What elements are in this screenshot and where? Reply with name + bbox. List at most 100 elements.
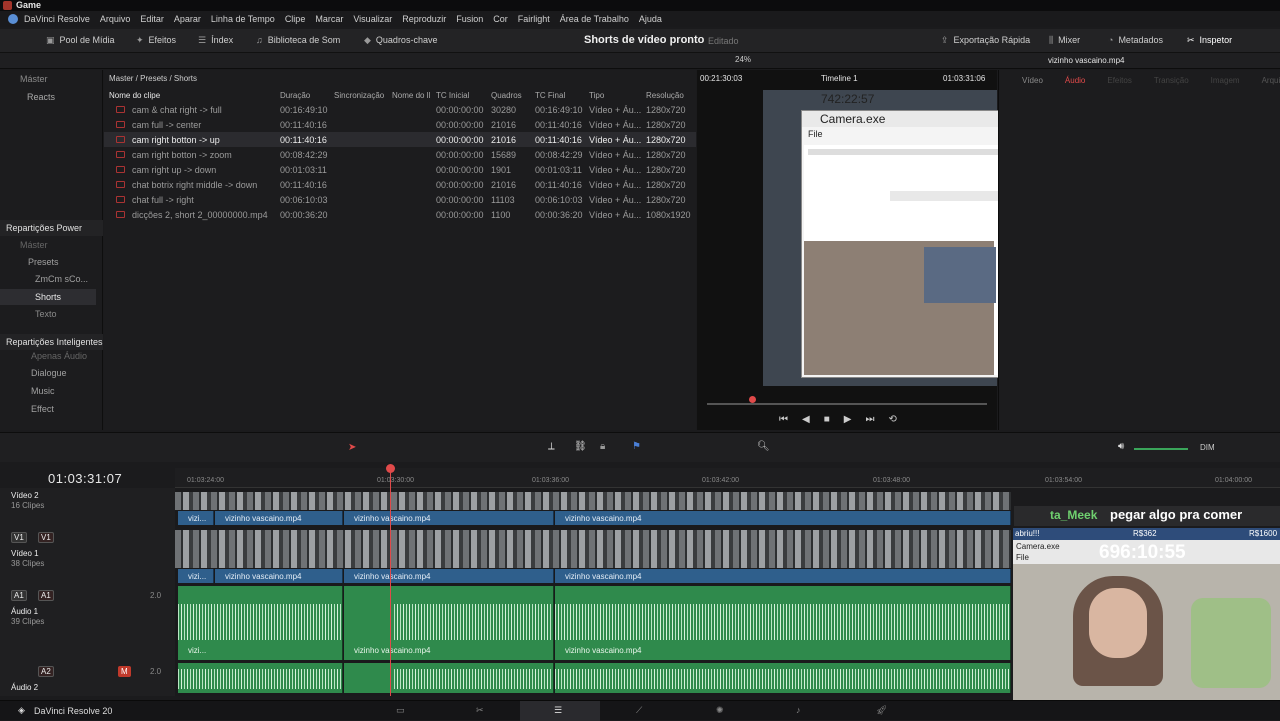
sound-library-button[interactable]: ♫ Biblioteca de Som — [256, 35, 340, 45]
timeline-timecode[interactable]: 01:03:31:07 — [48, 471, 122, 486]
v1-clip-4[interactable]: vizinho vascaino.mp4 — [555, 569, 1011, 583]
clip-row[interactable]: cam right botton -> up 00:11:40:16 00:00:0… — [104, 132, 696, 147]
menu-cor[interactable]: Cor — [493, 14, 508, 24]
v2-clip-4[interactable]: vizinho vascaino.mp4 — [555, 511, 1011, 525]
v2-clip-3[interactable]: vizinho vascaino.mp4 — [344, 511, 554, 525]
col-reel[interactable]: Nome do ll — [392, 91, 430, 100]
col-start-tc[interactable]: TC Inicial — [436, 91, 469, 100]
power-bin-presets[interactable]: Presets — [28, 257, 59, 267]
track-a1-tag[interactable]: A1 — [38, 590, 54, 601]
loop-icon[interactable]: ⟲ — [888, 414, 896, 428]
volume-icon[interactable]: 🔊︎ — [1118, 441, 1124, 452]
a2-clip-3[interactable] — [555, 663, 1011, 693]
fusion-page-icon[interactable]: ⟋ — [636, 705, 642, 716]
cut-page-icon[interactable]: ✂ — [476, 705, 484, 716]
power-bin-zmcm[interactable]: ZmCm sCo... — [35, 274, 88, 284]
a2-clip-2[interactable] — [344, 663, 554, 693]
fairlight-page-icon[interactable]: ♪ — [796, 705, 801, 715]
step-back-icon[interactable]: ◀ — [802, 414, 810, 428]
tab-file[interactable]: Arquivo — [1262, 76, 1280, 85]
link-icon[interactable]: ⛓ — [574, 441, 587, 452]
mixer-button[interactable]: ⫼ Mixer — [1049, 35, 1080, 46]
menu-linha-de-tempo[interactable]: Linha de Tempo — [211, 14, 275, 24]
menu-aparar[interactable]: Aparar — [174, 14, 201, 24]
playhead-handle[interactable] — [386, 464, 395, 473]
a2-clip-1[interactable] — [178, 663, 343, 693]
menu-marcar[interactable]: Marcar — [315, 14, 343, 24]
clip-row[interactable]: chat botrix right middle -> down 00:11:40… — [104, 177, 696, 192]
smart-bin-effect[interactable]: Effect — [31, 404, 54, 414]
metadata-button[interactable]: ◔ Metadados — [1108, 35, 1163, 45]
tab-effects[interactable]: Efeitos — [1107, 76, 1131, 85]
col-frames[interactable]: Quadros — [491, 91, 522, 100]
v1-clip-3[interactable]: vizinho vascaino.mp4 — [344, 569, 554, 583]
zoom-select[interactable]: 24% — [733, 55, 753, 64]
track-v1-source[interactable]: V1 — [11, 532, 27, 543]
deliver-page-icon[interactable]: 🚀︎ — [876, 705, 887, 716]
zoom-icon[interactable]: 🔍︎ — [757, 441, 770, 452]
power-bin-texto[interactable]: Texto — [35, 309, 57, 319]
media-pool-button[interactable]: ▣ Pool de Mídia — [46, 35, 115, 46]
smart-bin-audio-only[interactable]: Apenas Áudio — [31, 351, 87, 361]
inspector-button[interactable]: ✂ Inspetor — [1187, 35, 1232, 46]
col-clip-name[interactable]: Nome do clipe — [109, 91, 160, 100]
bin-master[interactable]: Máster — [20, 74, 48, 84]
timeline-name[interactable]: Timeline 1 — [821, 74, 858, 83]
clip-row[interactable]: cam full -> center 00:11:40:16 00:00:00:00… — [104, 117, 696, 132]
clip-row[interactable]: chat full -> right 00:06:10:03 00:00:00:00… — [104, 192, 696, 207]
menu-clipe[interactable]: Clipe — [285, 14, 306, 24]
power-bin-master[interactable]: Máster — [20, 240, 48, 250]
stop-icon[interactable]: ■ — [824, 414, 830, 428]
col-resolution[interactable]: Resolução — [646, 91, 684, 100]
clip-row[interactable]: cam right up -> down 00:01:03:11 00:00:00:… — [104, 162, 696, 177]
skip-back-icon[interactable]: ⏮ — [779, 414, 788, 428]
quick-export-button[interactable]: ⇪ Exportação Rápida — [941, 35, 1030, 46]
track-a2-mute[interactable]: M — [118, 666, 131, 677]
snap-icon[interactable]: ⟂ — [548, 441, 555, 452]
viewer-scrubber[interactable] — [707, 403, 987, 405]
v1-clip-2[interactable]: vizinho vascaino.mp4 — [215, 569, 343, 583]
effects-button[interactable]: ✦ Efeitos — [136, 35, 176, 46]
volume-slider[interactable] — [1134, 448, 1188, 450]
track-a2-tag[interactable]: A2 — [38, 666, 54, 677]
tab-image[interactable]: Imagem — [1211, 76, 1240, 85]
menu-fusion[interactable]: Fusion — [456, 14, 483, 24]
tab-video[interactable]: Vídeo — [1022, 76, 1043, 85]
skip-forward-icon[interactable]: ⏭ — [865, 414, 874, 428]
index-button[interactable]: ☰ Índex — [198, 35, 233, 46]
media-page-icon[interactable]: ▭ — [396, 705, 405, 716]
v1-clip-1[interactable]: vizi... — [178, 569, 214, 583]
col-end-tc[interactable]: TC Final — [535, 91, 565, 100]
timeline-ruler[interactable]: 01:03:24:00 01:03:30:00 01:03:36:00 01:03:4… — [175, 468, 1280, 488]
track-a1-source[interactable]: A1 — [11, 590, 27, 601]
flag-icon[interactable]: ⚑ — [632, 441, 641, 452]
menu-reproduzir[interactable]: Reproduzir — [402, 14, 446, 24]
lock-icon[interactable]: 🔒︎ — [600, 441, 605, 452]
menu-area-de-trabalho[interactable]: Área de Trabalho — [560, 14, 629, 24]
col-sync[interactable]: Sincronização — [334, 91, 384, 100]
power-bin-shorts[interactable]: Shorts — [35, 292, 61, 302]
select-tool-icon[interactable]: ➤ — [348, 442, 356, 453]
breadcrumb[interactable]: Master / Presets / Shorts — [109, 74, 197, 83]
clip-row[interactable]: dicções 2, short 2_00000000.mp4 00:00:36:… — [104, 207, 696, 222]
smart-bin-dialogue[interactable]: Dialogue — [31, 368, 67, 378]
a1-clip-3[interactable]: vizinho vascaino.mp4 — [555, 586, 1011, 660]
v2-clip-1[interactable]: vizi... — [178, 511, 214, 525]
smart-bin-music[interactable]: Music — [31, 386, 55, 396]
menu-ajuda[interactable]: Ajuda — [639, 14, 662, 24]
col-type[interactable]: Tipo — [589, 91, 604, 100]
play-icon[interactable]: ▶ — [844, 414, 852, 428]
menu-fairlight[interactable]: Fairlight — [518, 14, 550, 24]
dim-button[interactable]: DIM — [1200, 443, 1215, 452]
tab-audio[interactable]: Áudio — [1065, 76, 1085, 85]
timeline-tracks[interactable]: vizi... vizinho vascaino.mp4 vizinho vas… — [175, 488, 1011, 696]
menu-editar[interactable]: Editar — [140, 14, 164, 24]
camera-menu-file[interactable]: File — [808, 129, 823, 139]
tab-transition[interactable]: Transição — [1154, 76, 1189, 85]
track-v1-tag[interactable]: V1 — [38, 532, 54, 543]
menu-visualizar[interactable]: Visualizar — [353, 14, 392, 24]
a1-clip-1[interactable]: vizi... — [178, 586, 343, 660]
keyframes-button[interactable]: ◆ Quadros-chave — [364, 35, 437, 46]
bin-reacts[interactable]: Reacts — [27, 92, 55, 102]
edit-page-icon[interactable]: ☰ — [554, 705, 562, 716]
